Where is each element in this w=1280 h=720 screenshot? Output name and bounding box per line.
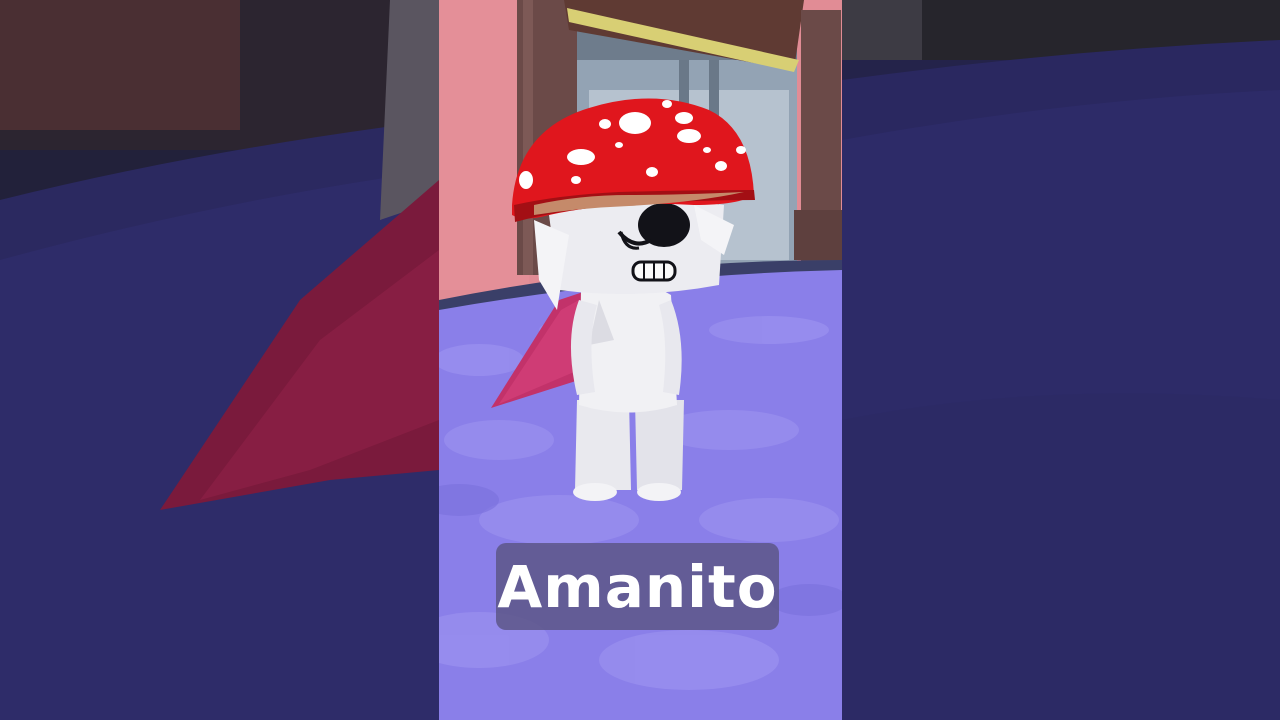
caption-box: Amanito: [496, 543, 779, 630]
caption-text: Amanito: [497, 552, 778, 621]
blurred-left-panel: [0, 0, 439, 720]
blurred-right-panel: [842, 0, 1280, 720]
